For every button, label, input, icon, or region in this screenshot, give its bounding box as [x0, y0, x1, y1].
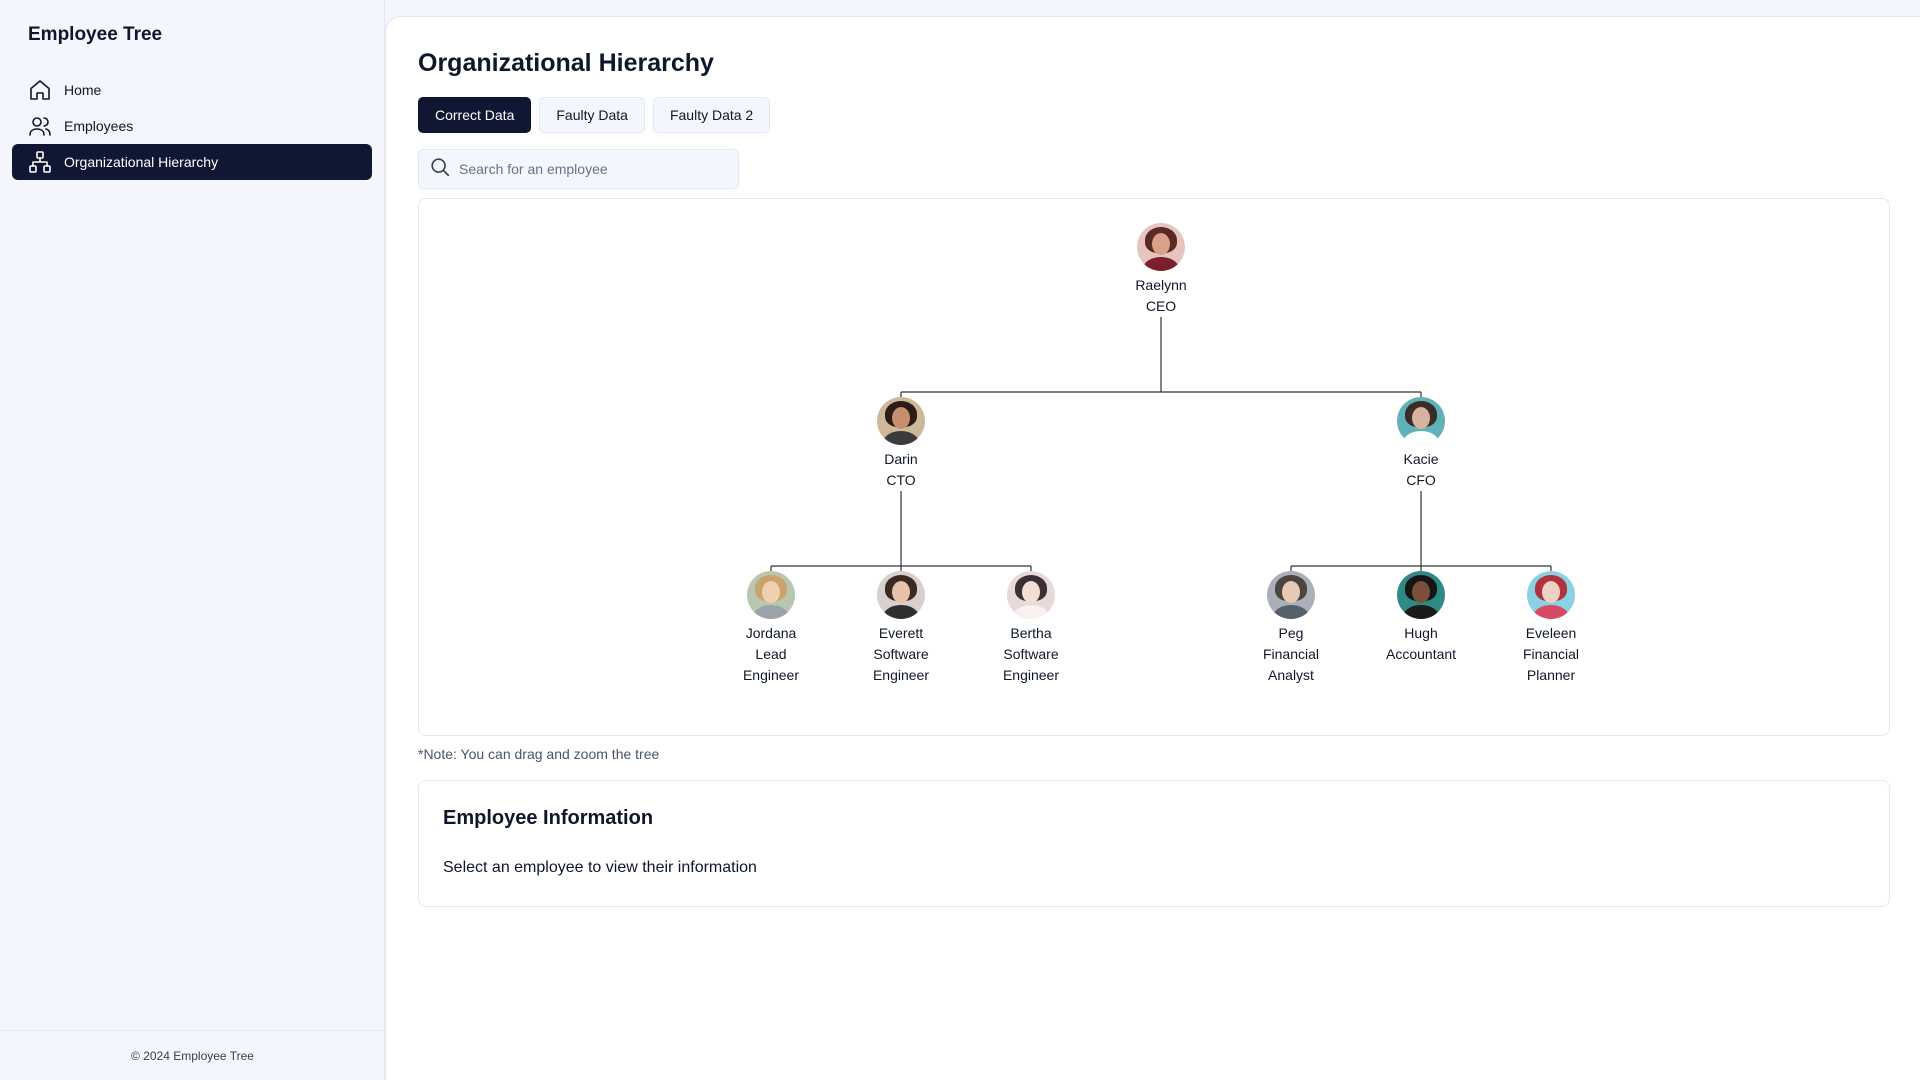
avatar — [877, 397, 925, 445]
employee-name: Raelynn — [1135, 277, 1187, 293]
employee-title: CEO — [1145, 298, 1177, 314]
tree-node-kacie[interactable]: Kacie CFO — [1366, 397, 1476, 491]
employee-name: Kacie — [1403, 451, 1439, 467]
avatar — [747, 571, 795, 619]
home-icon — [28, 78, 52, 102]
users-icon — [28, 114, 52, 138]
tree-node-everett[interactable]: Everett Software Engineer — [846, 571, 956, 686]
avatar — [1137, 223, 1185, 271]
tree-node-peg[interactable]: Peg Financial Analyst — [1236, 571, 1346, 686]
sidebar-item-label: Home — [64, 82, 102, 98]
hierarchy-icon — [28, 150, 52, 174]
tree-node-bertha[interactable]: Bertha Software Engineer — [976, 571, 1086, 686]
avatar — [1397, 397, 1445, 445]
employee-name: Everett — [878, 625, 924, 641]
sidebar-nav: Home Employees Organizational Hierarchy — [12, 72, 372, 180]
employee-name: Bertha — [1010, 625, 1052, 641]
sidebar: Employee Tree Home Employees Organizatio… — [0, 0, 385, 1080]
page-title: Organizational Hierarchy — [418, 49, 714, 77]
sidebar-item-home[interactable]: Home — [12, 72, 372, 108]
employee-name: Jordana — [745, 625, 797, 641]
employee-info-text: Select an employee to view their informa… — [443, 859, 757, 876]
data-tabs: Correct Data Faulty Data Faulty Data 2 — [418, 97, 771, 133]
sidebar-item-employees[interactable]: Employees — [12, 108, 372, 144]
employee-title: Accountant — [1386, 646, 1457, 662]
employee-title: Software Engineer — [872, 646, 930, 683]
app-title: Employee Tree — [28, 24, 163, 45]
tab-faulty-data[interactable]: Faulty Data — [539, 97, 645, 133]
search-input[interactable] — [459, 161, 729, 177]
employee-info-title: Employee Information — [443, 807, 654, 829]
avatar — [1267, 571, 1315, 619]
avatar — [1527, 571, 1575, 619]
avatar — [1397, 571, 1445, 619]
sidebar-item-label: Organizational Hierarchy — [64, 154, 219, 170]
search-icon — [429, 156, 451, 183]
employee-title: CFO — [1406, 472, 1436, 488]
employee-info-card: Employee Information Select an employee … — [418, 780, 1890, 907]
tab-correct-data[interactable]: Correct Data — [418, 97, 532, 133]
employee-title: Financial Planner — [1522, 646, 1580, 683]
sidebar-footer: © 2024 Employee Tree — [0, 1030, 385, 1080]
employee-title: Lead Engineer — [742, 646, 800, 683]
tree-node-eveleen[interactable]: Eveleen Financial Planner — [1496, 571, 1606, 686]
avatar — [877, 571, 925, 619]
employee-title: Software Engineer — [1002, 646, 1060, 683]
main-panel: Organizational Hierarchy Correct Data Fa… — [385, 16, 1920, 1080]
employee-name: Darin — [884, 451, 918, 467]
employee-name: Eveleen — [1525, 625, 1577, 641]
tab-faulty-data-2[interactable]: Faulty Data 2 — [652, 97, 771, 133]
avatar — [1007, 571, 1055, 619]
tree-node-darin[interactable]: Darin CTO — [846, 397, 956, 491]
employee-name: Peg — [1278, 625, 1304, 641]
tree-node-jordana[interactable]: Jordana Lead Engineer — [716, 571, 826, 686]
tree-node-raelynn[interactable]: Raelynn CEO — [1106, 223, 1216, 317]
employee-title: Financial Analyst — [1262, 646, 1320, 683]
sidebar-item-label: Employees — [64, 118, 134, 134]
org-tree-canvas[interactable]: Raelynn CEO Darin CTO Jordana Lead Engineer Ev… — [418, 198, 1890, 736]
employee-title: CTO — [886, 472, 916, 488]
sidebar-item-organizational-hierarchy[interactable]: Organizational Hierarchy — [12, 144, 372, 180]
search-box — [418, 149, 739, 189]
tree-node-hugh[interactable]: Hugh Accountant — [1366, 571, 1476, 665]
tree-note: *Note: You can drag and zoom the tree — [418, 746, 660, 762]
employee-name: Hugh — [1404, 625, 1438, 641]
